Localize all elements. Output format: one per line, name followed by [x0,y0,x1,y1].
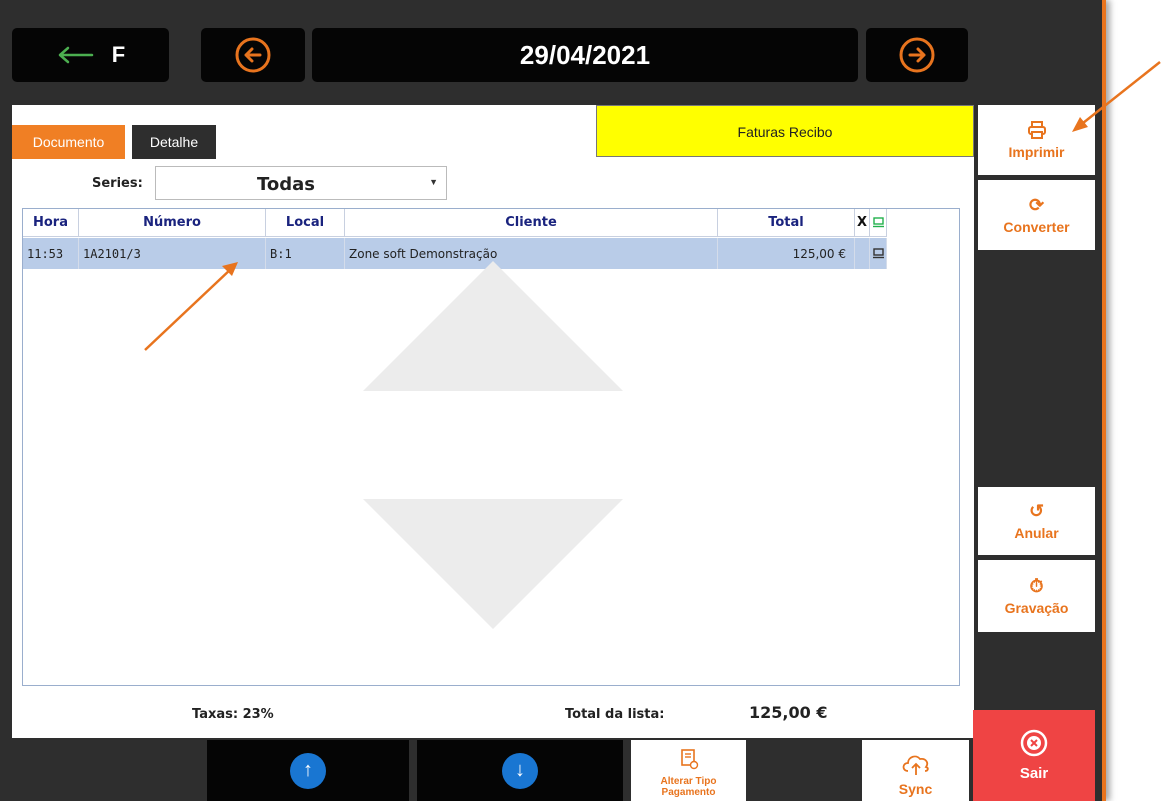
annotation-arrows [144,61,1161,351]
